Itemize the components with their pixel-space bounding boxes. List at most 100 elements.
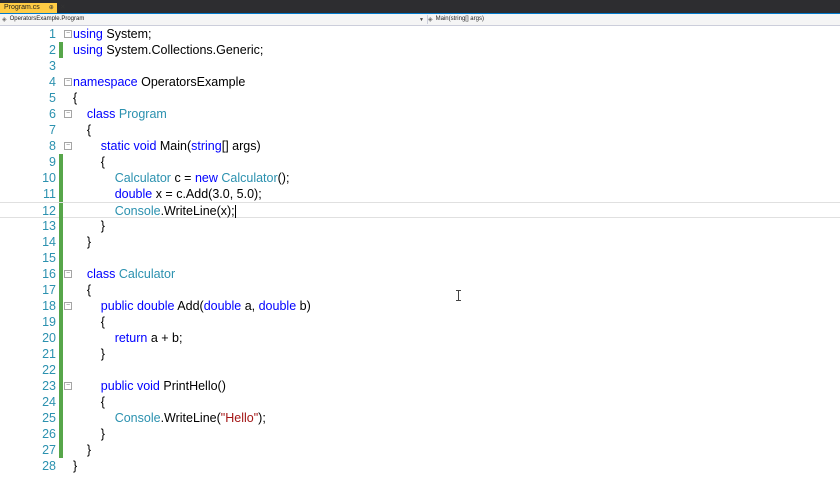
code-token: ();: [277, 171, 290, 185]
code-token: );: [258, 411, 266, 425]
collapse-icon[interactable]: −: [64, 30, 72, 38]
code-line[interactable]: 7 {: [0, 122, 840, 138]
code-line[interactable]: 21 }: [0, 346, 840, 362]
code-line[interactable]: 25 Console.WriteLine("Hello");: [0, 410, 840, 426]
code-text: Console.WriteLine("Hello");: [73, 410, 266, 426]
code-line[interactable]: 1− using System;: [0, 26, 840, 42]
code-line[interactable]: 10 Calculator c = new Calculator();: [0, 170, 840, 186]
code-editor[interactable]: 1− using System; 2 using System.Collections…: [0, 26, 840, 480]
class-icon: ◈: [2, 17, 7, 23]
code-line[interactable]: 16− class Calculator: [0, 266, 840, 282]
change-indicator: [59, 42, 63, 58]
code-line[interactable]: 26 }: [0, 426, 840, 442]
collapse-icon[interactable]: −: [64, 110, 72, 118]
code-line[interactable]: 13 }: [0, 218, 840, 234]
tab-program-cs[interactable]: Program.cs ⊕ ✕: [0, 3, 66, 13]
type-token: Calculator: [114, 171, 171, 185]
line-number: 5: [49, 91, 56, 105]
code-token: Main(: [156, 139, 192, 153]
code-line[interactable]: 28}: [0, 458, 840, 474]
keyword-token: void: [136, 379, 160, 393]
keyword-token: double: [136, 299, 175, 313]
keyword-token: using: [73, 43, 103, 57]
code-text: Calculator c = new Calculator();: [73, 170, 290, 186]
collapse-icon[interactable]: −: [64, 142, 72, 150]
method-icon: ◈: [428, 17, 433, 23]
line-number: 8: [49, 139, 56, 153]
code-line[interactable]: 19 {: [0, 314, 840, 330]
code-line[interactable]: 12 Console.WriteLine(x);: [0, 202, 840, 219]
type-token: Console: [114, 411, 161, 425]
change-indicator: [59, 362, 63, 378]
document-tab-bar: Program.cs ⊕ ✕: [0, 3, 840, 14]
code-line[interactable]: 3: [0, 58, 840, 74]
collapse-icon[interactable]: −: [64, 382, 72, 390]
close-icon[interactable]: ✕: [60, 3, 66, 13]
code-line[interactable]: 4− namespace OperatorsExample: [0, 74, 840, 90]
change-indicator: [59, 378, 63, 394]
code-text: {: [73, 394, 105, 410]
collapse-icon[interactable]: −: [64, 270, 72, 278]
line-number: 9: [49, 155, 56, 169]
line-number: 17: [42, 283, 56, 297]
code-line[interactable]: 18− public double Add(double a, double b…: [0, 298, 840, 314]
code-token: {: [73, 315, 105, 329]
code-token: }: [73, 427, 105, 441]
code-token: Add(: [174, 299, 204, 313]
line-number: 6: [49, 107, 56, 121]
line-number: 18: [42, 299, 56, 313]
code-line[interactable]: 9 {: [0, 154, 840, 170]
code-text: }: [73, 458, 77, 474]
change-indicator: [59, 170, 63, 186]
code-line[interactable]: 5{: [0, 90, 840, 106]
change-indicator: [59, 426, 63, 442]
pin-icon[interactable]: ⊕: [49, 3, 54, 13]
code-token: PrintHello(): [159, 379, 226, 393]
code-line[interactable]: 20 return a + b;: [0, 330, 840, 346]
type-dropdown[interactable]: ◈ OperatorsExample.Program ▼: [2, 15, 428, 24]
code-text: double x = c.Add(3.0, 5.0);: [73, 186, 262, 202]
code-text: Console.WriteLine(x);: [73, 203, 236, 219]
change-indicator: [59, 234, 63, 250]
code-line[interactable]: 11 double x = c.Add(3.0, 5.0);: [0, 186, 840, 202]
code-token: System;: [102, 27, 152, 41]
type-token: Console: [114, 204, 161, 218]
code-line[interactable]: 14 }: [0, 234, 840, 250]
code-token: }: [73, 459, 78, 473]
keyword-token: double: [203, 299, 242, 313]
code-token: }: [73, 443, 92, 457]
change-indicator: [59, 298, 63, 314]
code-token: }: [73, 235, 92, 249]
line-number: 13: [42, 219, 56, 233]
tab-label: Program.cs: [4, 4, 40, 11]
code-line[interactable]: 23− public void PrintHello(): [0, 378, 840, 394]
code-text: namespace OperatorsExample: [73, 74, 245, 90]
code-token: }: [73, 219, 105, 233]
code-text: using System.Collections.Generic;: [73, 42, 263, 58]
keyword-token: double: [258, 299, 297, 313]
code-token: {: [73, 395, 105, 409]
code-line[interactable]: 22: [0, 362, 840, 378]
chevron-down-icon: ▼: [419, 16, 424, 23]
code-text: static void Main(string[] args): [73, 138, 261, 154]
code-line[interactable]: 15: [0, 250, 840, 266]
code-line[interactable]: 6− class Program: [0, 106, 840, 122]
code-line[interactable]: 27 }: [0, 442, 840, 458]
code-line[interactable]: 8− static void Main(string[] args): [0, 138, 840, 154]
line-number: 22: [42, 363, 56, 377]
code-line[interactable]: 24 {: [0, 394, 840, 410]
line-number: 19: [42, 315, 56, 329]
change-indicator: [59, 282, 63, 298]
code-token: a + b;: [147, 331, 183, 345]
code-text: }: [73, 234, 91, 250]
code-line[interactable]: 17 {: [0, 282, 840, 298]
collapse-icon[interactable]: −: [64, 78, 72, 86]
member-dropdown[interactable]: ◈ Main(string[] args): [428, 15, 728, 24]
code-text: }: [73, 426, 105, 442]
code-line[interactable]: 2 using System.Collections.Generic;: [0, 42, 840, 58]
line-number: 28: [42, 459, 56, 473]
code-token: System.Collections.Generic;: [102, 43, 264, 57]
collapse-icon[interactable]: −: [64, 302, 72, 310]
